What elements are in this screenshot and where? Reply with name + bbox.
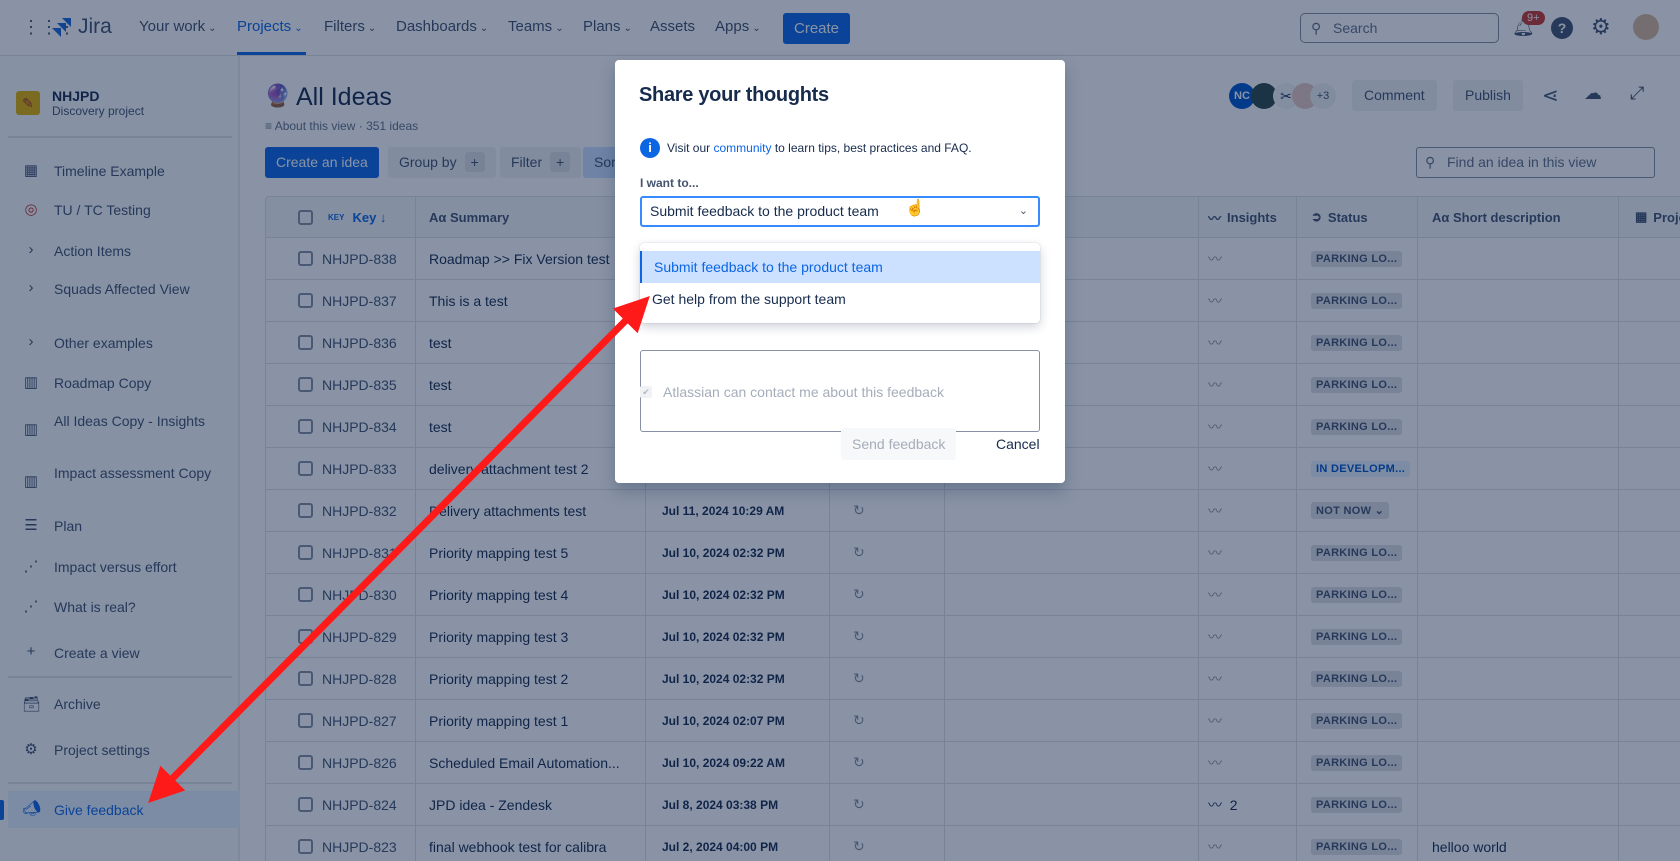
annotation-arrow <box>148 296 650 803</box>
red-arrow-line <box>148 296 650 803</box>
